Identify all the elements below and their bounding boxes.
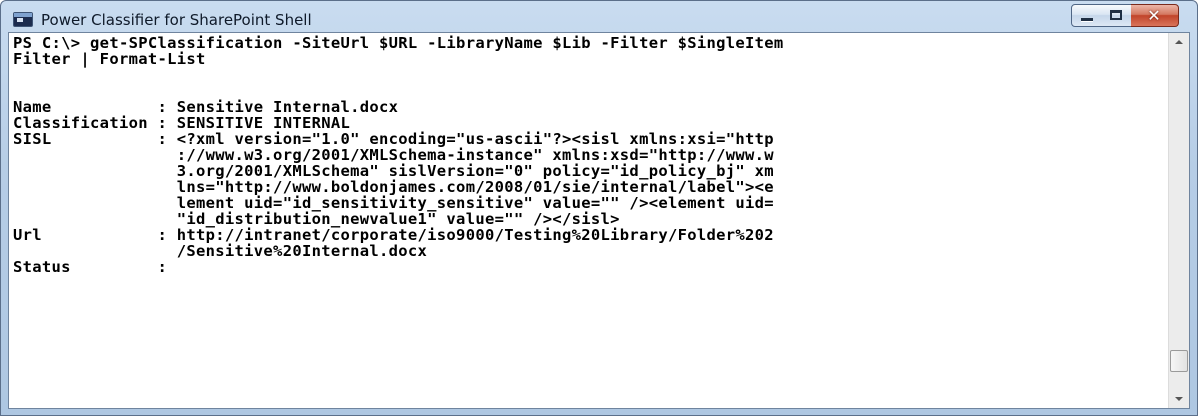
- arrow-up-icon: [1175, 40, 1183, 44]
- console-app-icon[interactable]: [13, 12, 33, 27]
- minimize-icon: [1081, 18, 1093, 21]
- vertical-scrollbar[interactable]: [1168, 33, 1189, 408]
- window-title: Power Classifier for SharePoint Shell: [41, 11, 312, 29]
- console-window: Power Classifier for SharePoint Shell ✕ …: [0, 0, 1198, 416]
- minimize-button[interactable]: [1071, 4, 1103, 27]
- arrow-down-icon: [1175, 397, 1183, 401]
- scroll-down-button[interactable]: [1169, 390, 1189, 408]
- scroll-up-button[interactable]: [1169, 33, 1189, 51]
- maximize-icon: [1110, 10, 1122, 20]
- console-output-area[interactable]: PS C:\> get-SPClassification -SiteUrl $U…: [8, 32, 1190, 409]
- maximize-button[interactable]: [1102, 4, 1132, 27]
- title-bar[interactable]: Power Classifier for SharePoint Shell ✕: [1, 1, 1197, 35]
- console-text[interactable]: PS C:\> get-SPClassification -SiteUrl $U…: [13, 35, 784, 275]
- close-button[interactable]: ✕: [1131, 4, 1179, 27]
- scroll-thumb[interactable]: [1170, 350, 1188, 372]
- close-icon: ✕: [1147, 6, 1161, 25]
